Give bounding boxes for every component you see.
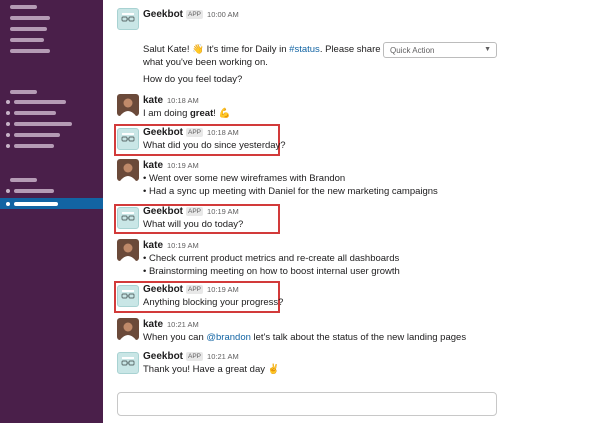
sender-name[interactable]: Geekbot: [143, 206, 183, 217]
sidebar-item[interactable]: [14, 100, 66, 104]
timestamp[interactable]: 10:18 AM: [207, 128, 239, 137]
sender-name[interactable]: kate: [143, 240, 163, 251]
message-header: Geekbot APP 10:19 AM: [143, 206, 239, 217]
app-badge: APP: [186, 10, 204, 19]
geekbot-avatar[interactable]: [117, 8, 139, 30]
geekbot-avatar[interactable]: [117, 285, 139, 307]
app-badge: APP: [186, 352, 204, 361]
message-text: What did you do since yesterday?: [143, 140, 286, 151]
message-text: When you can @brandon let's talk about t…: [143, 332, 466, 343]
bullet-item: Had a sync up meeting with Daniel for th…: [143, 186, 438, 197]
sender-name[interactable]: kate: [143, 319, 163, 330]
timestamp[interactable]: 10:21 AM: [167, 320, 199, 329]
sidebar-item[interactable]: [14, 122, 72, 126]
message-text: what you've been working on.: [143, 57, 268, 68]
message-header: kate 10:21 AM: [143, 319, 199, 330]
kate-avatar[interactable]: [117, 239, 139, 261]
sender-name[interactable]: Geekbot: [143, 351, 183, 362]
sidebar-item-label: [14, 201, 58, 206]
bullet-item: Brainstorming meeting on how to boost in…: [143, 266, 400, 277]
timestamp[interactable]: 10:19 AM: [207, 207, 239, 216]
sender-name[interactable]: kate: [143, 95, 163, 106]
app-badge: APP: [186, 207, 204, 216]
workspace-sidebar: [0, 0, 103, 423]
sidebar-item[interactable]: [14, 133, 60, 137]
message-header: Geekbot APP 10:00 AM: [143, 9, 239, 20]
sidebar-item[interactable]: [10, 27, 47, 31]
message-text: Salut Kate! 👋 It's time for Daily in #st…: [143, 44, 381, 55]
timestamp[interactable]: 10:19 AM: [167, 241, 199, 250]
message-header: kate 10:19 AM: [143, 240, 199, 251]
timestamp[interactable]: 10:19 AM: [207, 285, 239, 294]
app-badge: APP: [186, 128, 204, 137]
sidebar-item[interactable]: [10, 5, 37, 9]
presence-icon: [6, 133, 10, 137]
message-text-bold: great: [190, 108, 214, 119]
sender-name[interactable]: Geekbot: [143, 9, 183, 20]
message-text: What will you do today?: [143, 219, 244, 230]
presence-icon: [6, 111, 10, 115]
message-text-part: When you can: [143, 332, 207, 343]
kate-avatar[interactable]: [117, 159, 139, 181]
app-badge: APP: [186, 285, 204, 294]
sidebar-item[interactable]: [10, 90, 37, 94]
sidebar-item[interactable]: [10, 16, 50, 20]
timestamp[interactable]: 10:00 AM: [207, 10, 239, 19]
message-text: How do you feel today?: [143, 74, 243, 85]
sidebar-item[interactable]: [14, 189, 54, 193]
message-header: kate 10:19 AM: [143, 160, 199, 171]
message-pane: Geekbot APP 10:00 AM Salut Kate! 👋 It's ti…: [103, 0, 600, 423]
sender-name[interactable]: Geekbot: [143, 284, 183, 295]
kate-avatar[interactable]: [117, 318, 139, 340]
bullet-item: Check current product metrics and re-cre…: [143, 253, 399, 264]
geekbot-avatar[interactable]: [117, 207, 139, 229]
timestamp[interactable]: 10:19 AM: [167, 161, 199, 170]
sidebar-item-active-channel[interactable]: [0, 198, 103, 209]
message-header: Geekbot APP 10:18 AM: [143, 127, 239, 138]
message-text-part: let's talk about the status of the new l…: [250, 332, 467, 343]
message-text-part: I am doing: [143, 108, 190, 119]
message-header: Geekbot APP 10:19 AM: [143, 284, 239, 295]
geekbot-avatar[interactable]: [117, 352, 139, 374]
sidebar-item[interactable]: [14, 111, 56, 115]
quick-action-label: Quick Action: [390, 46, 435, 55]
presence-icon: [6, 189, 10, 193]
user-mention[interactable]: @brandon: [206, 332, 251, 343]
presence-icon: [6, 122, 10, 126]
message-text-part: . Please share: [319, 44, 381, 55]
channel-link[interactable]: #status: [289, 44, 320, 55]
geekbot-avatar[interactable]: [117, 128, 139, 150]
timestamp[interactable]: 10:18 AM: [167, 96, 199, 105]
sender-name[interactable]: Geekbot: [143, 127, 183, 138]
message-header: Geekbot APP 10:21 AM: [143, 351, 239, 362]
presence-icon: [6, 100, 10, 104]
chevron-down-icon: ▼: [484, 46, 491, 53]
sidebar-item[interactable]: [10, 49, 50, 53]
message-text: Anything blocking your progress?: [143, 297, 284, 308]
message-text-part: Salut Kate! 👋 It's time for Daily in: [143, 44, 290, 55]
message-header: kate 10:18 AM: [143, 95, 199, 106]
message-text: I am doing great! 💪: [143, 108, 230, 119]
message-text-part: ! 💪: [213, 108, 231, 119]
sender-name[interactable]: kate: [143, 160, 163, 171]
presence-icon: [6, 201, 10, 206]
bullet-item: Went over some new wireframes with Brand…: [143, 173, 345, 184]
sidebar-item[interactable]: [10, 38, 44, 42]
kate-avatar[interactable]: [117, 94, 139, 116]
quick-action-select[interactable]: Quick Action ▼: [383, 42, 497, 58]
sidebar-item[interactable]: [14, 144, 54, 148]
message-composer-input[interactable]: [117, 392, 497, 416]
message-text: Thank you! Have a great day ✌️: [143, 364, 280, 375]
presence-icon: [6, 144, 10, 148]
sidebar-item[interactable]: [10, 178, 37, 182]
timestamp[interactable]: 10:21 AM: [207, 352, 239, 361]
